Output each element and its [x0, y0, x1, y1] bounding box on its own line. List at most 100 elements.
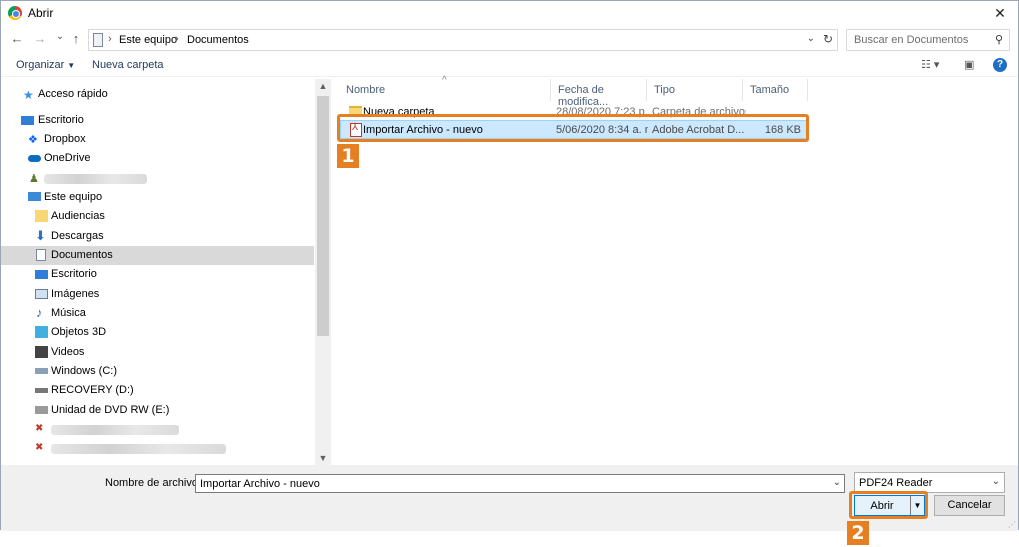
breadcrumb-separator: › [108, 33, 112, 45]
filename-field[interactable]: Importar Archivo - nuevo ⌄ [195, 474, 845, 493]
sidebar-item-dropbox[interactable]: ❖ Dropbox [1, 130, 314, 149]
sidebar-item-onedrive[interactable]: OneDrive [1, 149, 314, 168]
network-drive-icon: ✖ [35, 442, 44, 453]
help-icon[interactable]: ? [993, 58, 1007, 72]
sidebar-item-imagenes[interactable]: Imágenes [1, 285, 314, 304]
forward-button[interactable]: → [32, 31, 48, 46]
organize-menu[interactable]: Organizar ▼ [16, 59, 75, 71]
redacted-text [51, 444, 226, 454]
sidebar-item-audiencias[interactable]: Audiencias [1, 207, 314, 226]
sidebar-item-documentos[interactable]: Documentos [1, 246, 314, 265]
file-type-value: PDF24 Reader [859, 477, 933, 489]
sidebar-item-musica[interactable]: ♪ Música [1, 304, 314, 323]
navigation-bar: ← → ⌄ ↑ › Este equipo › Documentos ⌄ ↻ B… [1, 27, 1018, 53]
preview-pane-icon[interactable]: ▣ [964, 58, 974, 71]
breadcrumb-separator: › [175, 33, 179, 45]
sidebar-item-desktop[interactable]: Escritorio [1, 111, 314, 130]
music-icon: ♪ [36, 305, 43, 320]
filename-value: Importar Archivo - nuevo [200, 478, 320, 490]
videos-icon [35, 346, 48, 358]
desktop-icon [35, 270, 48, 279]
dvd-icon [35, 406, 48, 414]
recent-locations-button[interactable]: ⌄ [52, 31, 68, 42]
sidebar-item-label: Documentos [51, 249, 113, 261]
breadcrumb-documentos[interactable]: Documentos [187, 34, 249, 46]
chevron-down-icon[interactable]: ⌄ [807, 33, 815, 44]
column-header-date[interactable]: Fecha de modifica... [551, 79, 647, 108]
open-file-dialog: Abrir ✕ ← → ⌄ ↑ › Este equipo › Document… [0, 0, 1019, 531]
pc-icon [93, 33, 103, 47]
search-icon: ⚲ [994, 34, 1003, 46]
caret-down-icon: ▼ [67, 61, 76, 70]
column-header-size[interactable]: Tamaño [743, 79, 808, 101]
sidebar-item-label: Unidad de DVD RW (E:) [51, 404, 170, 416]
sidebar-item-quick-access[interactable]: ★ Acceso rápido [1, 85, 314, 104]
sidebar-item-network-drive[interactable]: ✖ [1, 420, 314, 439]
redacted-text [44, 174, 147, 184]
resize-grip-icon[interactable]: ⋰ [1008, 520, 1016, 529]
highlight-step-2 [849, 491, 928, 519]
sidebar-item-dvd-e[interactable]: Unidad de DVD RW (E:) [1, 401, 314, 420]
sidebar-item-windows-c[interactable]: Windows (C:) [1, 362, 314, 381]
address-bar[interactable]: › Este equipo › Documentos ⌄ ↻ [88, 29, 838, 51]
new-folder-button[interactable]: Nueva carpeta [92, 59, 164, 71]
sidebar-item-videos[interactable]: Videos [1, 343, 314, 362]
step-2-badge: 2 [847, 521, 869, 545]
sidebar-item-escritorio[interactable]: Escritorio [1, 265, 314, 284]
step-1-badge: 1 [337, 144, 359, 168]
sidebar-item-this-pc[interactable]: Este equipo [1, 188, 314, 207]
cancel-button[interactable]: Cancelar [934, 495, 1005, 516]
sidebar-item-label: Objetos 3D [51, 326, 107, 338]
drive-icon [35, 388, 48, 393]
chevron-down-icon[interactable]: ⌄ [833, 477, 841, 488]
sidebar-item-label: Escritorio [38, 114, 84, 126]
sidebar-item-label: OneDrive [44, 152, 91, 164]
column-header-type[interactable]: Tipo [647, 79, 743, 101]
sidebar-item-label: Windows (C:) [51, 365, 118, 377]
sidebar-item-label: Videos [51, 346, 85, 358]
sidebar-item-label: Imágenes [51, 288, 100, 300]
refresh-icon[interactable]: ↻ [823, 32, 833, 46]
sidebar-item-user[interactable]: ♟ [1, 169, 314, 188]
user-icon: ♟ [29, 173, 39, 185]
navigation-scrollbar[interactable]: ▲ ▼ [315, 79, 331, 465]
network-drive-icon: ✖ [35, 423, 44, 434]
pc-icon [28, 192, 41, 201]
search-placeholder: Buscar en Documentos [854, 34, 969, 46]
close-button[interactable]: ✕ [986, 1, 1014, 25]
sidebar-item-label: Descargas [51, 230, 104, 242]
desktop-icon [21, 116, 34, 125]
view-options-icon[interactable]: ☷ ▾ [921, 58, 939, 71]
sidebar-item-label: Acceso rápido [38, 88, 108, 100]
sidebar-item-label: RECOVERY (D:) [51, 384, 134, 396]
drive-icon [35, 368, 48, 374]
back-button[interactable]: ← [9, 31, 25, 46]
organize-label: Organizar [16, 59, 65, 71]
search-input[interactable]: Buscar en Documentos ⚲ [846, 29, 1010, 51]
onedrive-icon [28, 155, 41, 162]
sidebar-item-descargas[interactable]: ⬇ Descargas [1, 227, 314, 246]
pictures-icon [35, 289, 48, 299]
breadcrumb-este-equipo[interactable]: Este equipo [119, 34, 177, 46]
star-icon: ★ [23, 88, 34, 102]
chevron-down-icon: ⌄ [991, 476, 1000, 487]
sidebar-item-label: Escritorio [51, 268, 97, 280]
navigation-pane: ★ Acceso rápido Escritorio ❖ Dropbox One… [1, 79, 331, 465]
scroll-up-icon[interactable]: ▲ [315, 81, 331, 91]
3d-objects-icon [35, 326, 48, 338]
documents-icon [36, 249, 46, 261]
sidebar-item-network-drive[interactable]: ✖ [1, 439, 314, 458]
scroll-down-icon[interactable]: ▼ [315, 453, 331, 463]
folder-icon [35, 210, 48, 222]
filename-label: Nombre de archivo: [105, 477, 201, 489]
title-bar: Abrir ✕ [1, 1, 1018, 25]
scrollbar-thumb[interactable] [317, 96, 329, 336]
column-header-name[interactable]: Nombre [339, 79, 551, 101]
sidebar-item-objetos-3d[interactable]: Objetos 3D [1, 323, 314, 342]
command-bar: Organizar ▼ Nueva carpeta ☷ ▾ ▣ ? [1, 55, 1018, 77]
up-folder-button[interactable]: ↑ [68, 31, 84, 46]
file-type-select[interactable]: PDF24 Reader ⌄ [854, 472, 1005, 493]
sidebar-item-label: Música [51, 307, 86, 319]
sidebar-item-label: Dropbox [44, 133, 86, 145]
sidebar-item-recovery-d[interactable]: RECOVERY (D:) [1, 381, 314, 400]
